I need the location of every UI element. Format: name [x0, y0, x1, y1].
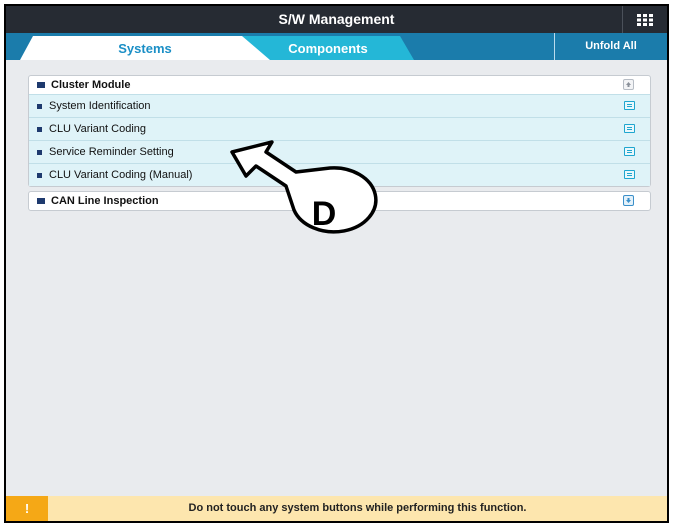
group-header-cluster-module[interactable]: Cluster Module — [29, 76, 650, 94]
document-icon[interactable] — [624, 147, 635, 156]
warning-bar: ! Do not touch any system buttons while … — [6, 496, 667, 521]
unfold-all-button[interactable]: Unfold All — [554, 33, 667, 60]
tab-systems[interactable]: Systems — [20, 36, 270, 60]
list-item-system-identification[interactable]: System Identification — [29, 94, 650, 117]
tab-components[interactable]: Components — [242, 36, 414, 60]
document-icon[interactable] — [624, 170, 635, 179]
warning-icon: ! — [6, 496, 48, 521]
app-window: S/W Management Components Systems Unfold… — [4, 4, 669, 523]
list-item-clu-variant-coding[interactable]: CLU Variant Coding — [29, 117, 650, 140]
warning-message: Do not touch any system buttons while pe… — [188, 502, 527, 514]
callout-label: D — [311, 195, 337, 233]
bullet-icon — [37, 82, 45, 88]
system-list: Cluster Module System Identification CLU… — [6, 60, 667, 500]
group-title: CAN Line Inspection — [51, 195, 159, 207]
expand-icon[interactable] — [623, 195, 634, 206]
grid-menu-button[interactable] — [622, 6, 667, 33]
item-label: CLU Variant Coding — [49, 123, 147, 135]
title-bar: S/W Management — [6, 6, 667, 33]
item-label: CLU Variant Coding (Manual) — [49, 169, 193, 181]
collapse-icon[interactable] — [623, 79, 634, 90]
tab-label: Systems — [118, 41, 172, 56]
window-title: S/W Management — [278, 11, 395, 27]
bullet-icon — [37, 149, 42, 155]
group-title: Cluster Module — [51, 79, 131, 91]
item-label: Service Reminder Setting — [49, 146, 174, 158]
item-label: System Identification — [49, 100, 151, 112]
tab-bar: Components Systems Unfold All — [6, 33, 667, 60]
bullet-icon — [37, 172, 42, 178]
grid-icon — [637, 13, 653, 26]
bullet-icon — [37, 103, 42, 109]
tab-label: Components — [288, 41, 368, 56]
bullet-icon — [37, 198, 45, 204]
bullet-icon — [37, 126, 42, 132]
document-icon[interactable] — [624, 124, 635, 133]
document-icon[interactable] — [624, 101, 635, 110]
